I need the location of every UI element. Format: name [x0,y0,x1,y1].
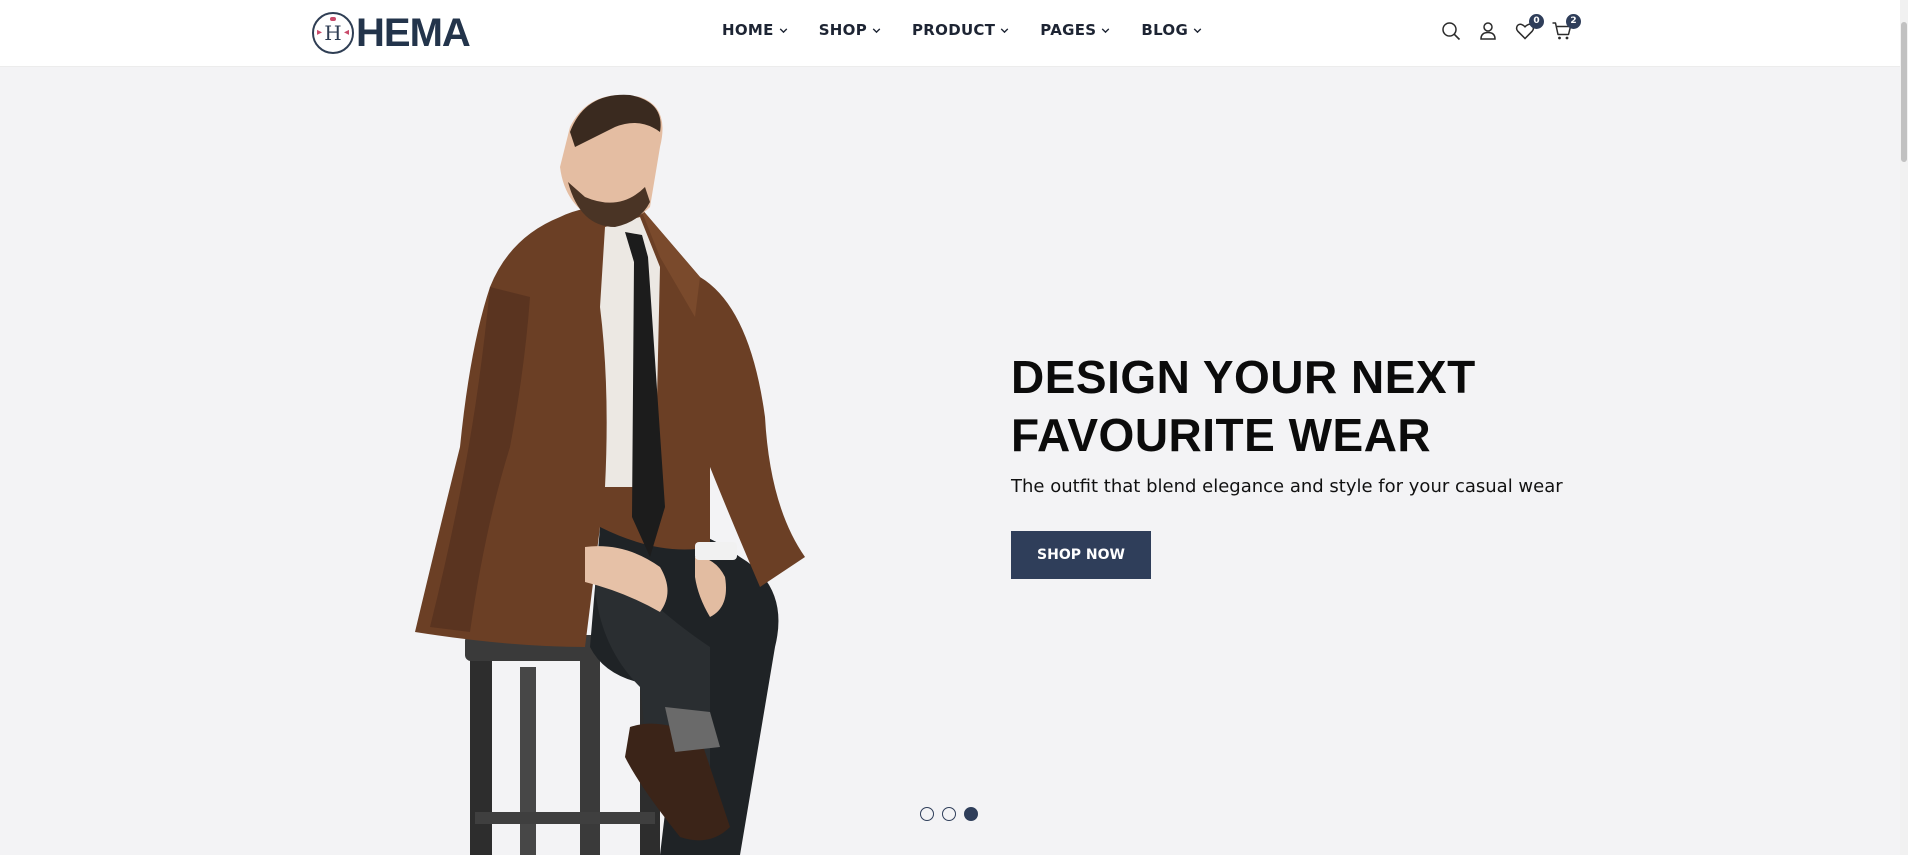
logo-mark-icon: ▸ H ◂ [312,12,354,54]
search-button[interactable] [1440,20,1462,42]
search-icon [1442,22,1461,41]
nav-label: HOME [722,21,774,39]
chevron-down-icon [1102,27,1110,33]
slide-dot-2[interactable] [942,807,956,821]
user-icon [1480,22,1496,40]
shop-now-button[interactable]: SHOP NOW [1011,531,1151,579]
nav-item-shop[interactable]: SHOP [819,21,882,39]
wishlist-button[interactable]: 0 [1514,14,1544,42]
nav-label: BLOG [1141,21,1189,39]
hero-subtitle: The outfit that blend elegance and style… [1011,476,1563,497]
nav-label: SHOP [818,21,867,39]
nav-item-blog[interactable]: BLOG [1141,21,1203,39]
main-nav: HOME SHOP PRODUCT PAGES BLOG [722,21,1233,39]
nav-item-home[interactable]: HOME [722,21,789,39]
hero-headline-line2: FAVOURITE WEAR [1011,409,1432,461]
hero-headline-line1: DESIGN YOUR NEXT [1011,351,1476,403]
hero-slider: DESIGN YOUR NEXT FAVOURITE WEAR The outf… [0,67,1908,855]
nav-item-pages[interactable]: PAGES [1040,21,1111,39]
slider-pagination [920,807,986,821]
hero-model-image [415,94,805,855]
wishlist-count-badge: 0 [1529,14,1544,29]
chevron-down-icon [1193,27,1202,33]
cart-count-badge: 2 [1566,14,1581,29]
site-header: ▸ H ◂ HEMA HOME SHOP PRODUCT PAGES BLOG [0,0,1908,67]
slide-dot-3[interactable] [964,807,978,821]
slide-dot-1[interactable] [920,807,934,821]
nav-item-product[interactable]: PRODUCT [912,21,1010,39]
header-actions: 0 2 [1440,14,1588,42]
chevron-down-icon [872,27,881,33]
hero-headline: DESIGN YOUR NEXT FAVOURITE WEAR [1011,348,1611,464]
account-button[interactable] [1477,20,1499,42]
nav-label: PAGES [1040,21,1097,39]
chevron-down-icon [779,27,787,33]
chevron-down-icon [1001,27,1009,33]
brand-logo[interactable]: ▸ H ◂ HEMA [312,11,471,55]
page-scrollbar[interactable] [1900,0,1908,855]
cart-button[interactable]: 2 [1551,14,1581,42]
nav-label: PRODUCT [912,21,996,39]
brand-name: HEMA [356,11,471,55]
scrollbar-thumb[interactable] [1901,22,1907,162]
